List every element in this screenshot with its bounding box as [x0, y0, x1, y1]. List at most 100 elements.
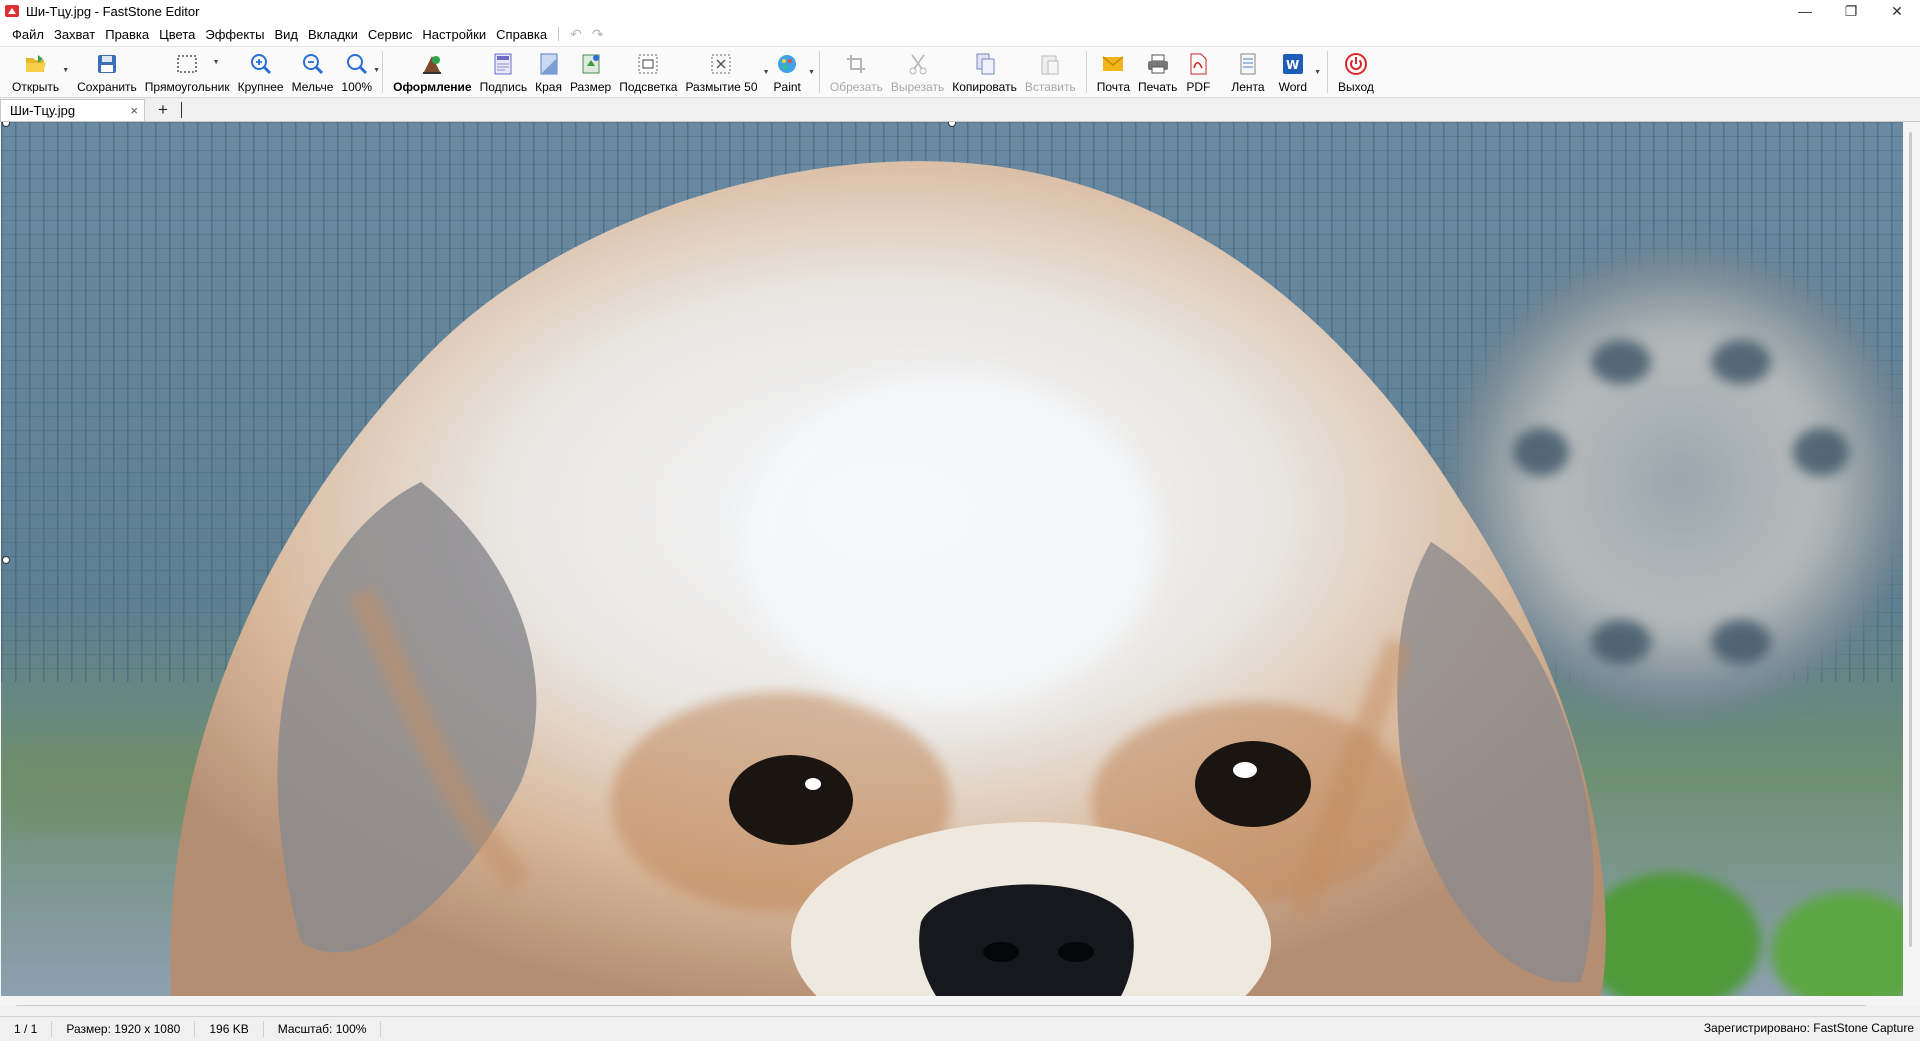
menu-settings[interactable]: Настройки [417, 27, 491, 42]
decoration-icon [423, 56, 442, 74]
app-icon [5, 5, 19, 17]
zoom-100-button[interactable]: 100% ▼ [337, 47, 380, 97]
paint-palette-icon [778, 55, 797, 73]
zoom-out-icon [302, 54, 323, 75]
crop-button[interactable]: Обрезать [826, 47, 887, 97]
menu-help[interactable]: Справка [491, 27, 552, 42]
vertical-scrollbar[interactable] [1909, 132, 1912, 947]
caption-icon [494, 53, 512, 75]
open-dropdown-icon[interactable]: ▼ [62, 67, 69, 74]
add-tab-button[interactable]: + [145, 99, 181, 121]
menu-tabs[interactable]: Вкладки [303, 27, 363, 42]
mail-envelope-icon [1102, 56, 1124, 71]
paint-label: Paint [773, 80, 801, 94]
rect-dropdown-icon[interactable]: ▼ [213, 59, 220, 66]
resize-icon [582, 54, 600, 74]
undo-icon[interactable]: ↶ [565, 26, 587, 43]
window-title: Ши-Тцу.jpg - FastStone Editor [26, 3, 200, 19]
maximize-button[interactable]: ❐ [1828, 0, 1874, 22]
menu-bar: Файл Захват Правка Цвета Эффекты Вид Вкл… [0, 22, 1920, 47]
rect-label: Прямоугольник [144, 80, 230, 94]
mail-label: Почта [1096, 80, 1131, 94]
pdf-document-icon [1190, 53, 1207, 75]
menu-effects[interactable]: Эффекты [200, 27, 269, 42]
crop-icon [847, 55, 866, 73]
edges-button[interactable]: Края [531, 47, 566, 97]
document-tab-strip: Ши-Тцу.jpg × + [0, 98, 1920, 122]
zoom-100-label: 100% [341, 80, 373, 94]
paint-button[interactable]: Paint ▼ [770, 47, 815, 97]
caption-label: Подпись [479, 80, 528, 94]
save-button[interactable]: Сохранить [73, 47, 141, 97]
document-tab[interactable]: Ши-Тцу.jpg × [0, 99, 145, 121]
copy-label: Копировать [952, 80, 1017, 94]
cut-button[interactable]: Вырезать [887, 47, 948, 97]
paint-dropdown-icon[interactable]: ▼ [808, 69, 815, 76]
menu-service[interactable]: Сервис [363, 27, 418, 42]
open-button[interactable]: Открыть ▼ [8, 47, 69, 97]
blur-button[interactable]: Размытие 50 ▼ [681, 47, 770, 97]
save-label: Сохранить [77, 80, 137, 94]
copy-icon [976, 53, 995, 75]
close-button[interactable]: ✕ [1874, 0, 1920, 22]
open-label: Открыть [12, 80, 60, 94]
status-page: 1 / 1 [0, 1021, 53, 1037]
spotlight-label: Подсветка [619, 80, 678, 94]
image-canvas[interactable] [0, 122, 1920, 1006]
mail-button[interactable]: Почта [1093, 47, 1134, 97]
close-tab-icon[interactable]: × [130, 103, 138, 118]
edges-icon [540, 53, 558, 75]
print-label: Печать [1138, 80, 1178, 94]
menu-edit[interactable]: Правка [100, 27, 154, 42]
spotlight-button[interactable]: Подсветка [615, 47, 681, 97]
copy-button[interactable]: Копировать [948, 47, 1021, 97]
document-tab-label: Ши-Тцу.jpg [10, 103, 76, 118]
tape-icon [1240, 53, 1256, 75]
power-icon [1344, 53, 1367, 75]
resize-button[interactable]: Размер [566, 47, 615, 97]
zoom-reset-icon [346, 54, 367, 75]
selection-handle[interactable] [2, 556, 10, 564]
cut-label: Вырезать [890, 80, 945, 94]
pdf-label: PDF [1186, 80, 1211, 94]
toolbar: Открыть ▼ Сохранить Прямоугольник ▼ Круп… [0, 47, 1920, 98]
printer-icon [1147, 54, 1168, 74]
word-dropdown-icon[interactable]: ▼ [1314, 69, 1321, 76]
scissors-icon [909, 54, 927, 75]
status-zoom: Масштаб: 100% [264, 1021, 382, 1037]
svg-text:W: W [1286, 58, 1299, 72]
zoom-in-icon [250, 54, 271, 75]
pdf-button[interactable]: PDF [1181, 47, 1215, 97]
menu-colors[interactable]: Цвета [154, 27, 200, 42]
resize-label: Размер [569, 80, 612, 94]
zoom-out-label: Мельче [291, 80, 334, 94]
redo-icon[interactable]: ↷ [587, 26, 609, 43]
toolbar-separator [818, 51, 820, 93]
paste-label: Вставить [1024, 80, 1076, 94]
exit-button[interactable]: Выход [1334, 47, 1378, 97]
print-button[interactable]: Печать [1134, 47, 1181, 97]
caption-button[interactable]: Подпись [476, 47, 532, 97]
menu-file[interactable]: Файл [7, 27, 49, 42]
rectangle-select-button[interactable]: Прямоугольник ▼ [141, 47, 234, 97]
word-button[interactable]: W Word ▼ [1275, 47, 1321, 97]
zoom-in-button[interactable]: Крупнее [234, 47, 288, 97]
horizontal-scrollbar[interactable] [16, 1005, 1866, 1006]
toolbar-separator [382, 51, 384, 93]
exit-label: Выход [1338, 80, 1374, 94]
decoration-button[interactable]: Оформление [389, 47, 476, 97]
menu-capture[interactable]: Захват [49, 27, 100, 42]
zoom-out-button[interactable]: Мельче [288, 47, 338, 97]
minimize-button[interactable]: — [1782, 0, 1828, 22]
paste-button[interactable]: Вставить [1021, 47, 1080, 97]
blur-icon [711, 54, 731, 74]
menu-separator [558, 27, 560, 41]
tape-button[interactable]: Лента [1227, 47, 1268, 97]
blur-dropdown-icon[interactable]: ▼ [763, 69, 770, 76]
zoom-dropdown-icon[interactable]: ▼ [373, 67, 380, 74]
status-registered: Зарегистрировано: FastStone Capture [1703, 1021, 1914, 1035]
dog-photo-image[interactable] [1, 122, 1903, 996]
menu-view[interactable]: Вид [269, 27, 303, 42]
status-image-size: Размер: 1920 x 1080 [52, 1021, 196, 1037]
title-bar: Ши-Тцу.jpg - FastStone Editor — ❐ ✕ [0, 0, 1920, 22]
